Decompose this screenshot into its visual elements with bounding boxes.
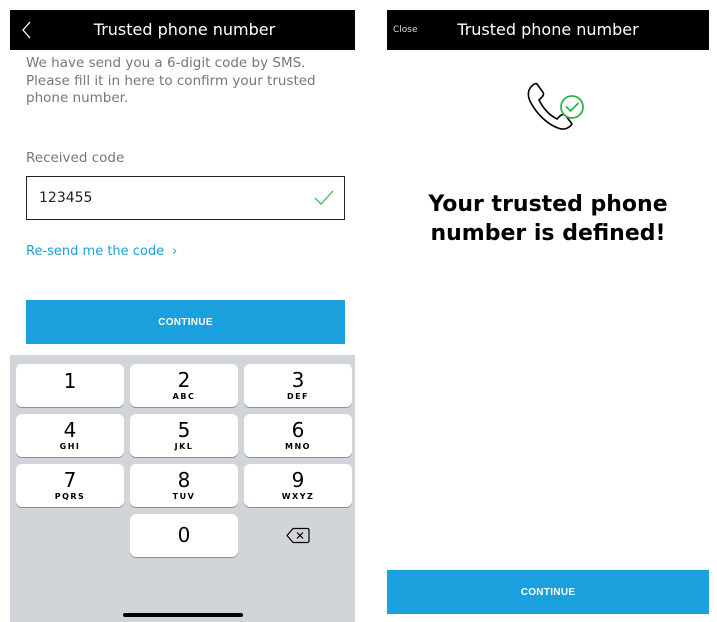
resend-code-link[interactable]: Re-send me the code › — [26, 244, 177, 259]
key-5[interactable]: 5 JKL — [130, 414, 238, 457]
key-9[interactable]: 9 WXYZ — [244, 464, 352, 507]
continue-button[interactable]: CONTINUE — [387, 570, 709, 614]
code-input[interactable] — [39, 177, 299, 219]
instruction-text: We have send you a 6-digit code by SMS. … — [26, 55, 316, 106]
key-letters: JKL — [174, 442, 194, 451]
key-digit: 7 — [63, 468, 77, 492]
navbar: Close Trusted phone number — [387, 10, 709, 50]
key-4[interactable]: 4 GHI — [16, 414, 124, 457]
key-letters: PQRS — [54, 492, 86, 501]
key-digit: 0 — [177, 523, 191, 547]
key-letters: MNO — [285, 442, 311, 451]
key-digit: 9 — [291, 468, 305, 492]
key-digit: 4 — [63, 418, 77, 442]
key-3[interactable]: 3 DEF — [244, 364, 352, 407]
page-title: Trusted phone number — [93, 20, 276, 39]
key-1[interactable]: 1 — [16, 364, 124, 407]
key-digit: 6 — [291, 418, 305, 442]
delete-key[interactable] — [244, 514, 352, 557]
key-8[interactable]: 8 TUV — [130, 464, 238, 507]
key-digit: 1 — [63, 369, 77, 393]
continue-button[interactable]: CONTINUE — [26, 300, 345, 344]
key-letters: GHI — [59, 442, 81, 451]
chevron-right-icon: › — [172, 244, 178, 259]
key-2[interactable]: 2 ABC — [130, 364, 238, 407]
key-7[interactable]: 7 PQRS — [16, 464, 124, 507]
key-digit: 5 — [177, 418, 191, 442]
key-digit: 2 — [177, 368, 191, 392]
key-letters: WXYZ — [281, 492, 315, 501]
key-digit: 3 — [291, 368, 305, 392]
key-letters: TUV — [172, 492, 196, 501]
phone-check-icon — [527, 82, 584, 130]
key-0[interactable]: 0 — [130, 514, 238, 557]
backspace-icon — [286, 527, 310, 544]
code-entry-screen: Trusted phone number We have send you a … — [10, 10, 355, 622]
home-indicator — [123, 613, 243, 617]
numeric-keypad: 1 2 ABC 3 DEF 4 GHI 5 JKL 6 MNO 7 PQRS 8… — [10, 355, 355, 622]
resend-link-label: Re-send me the code — [26, 244, 165, 259]
key-digit: 8 — [177, 468, 191, 492]
code-field-label: Received code — [26, 150, 125, 166]
navbar: Trusted phone number — [10, 10, 355, 50]
code-field[interactable] — [26, 176, 345, 220]
key-letters: ABC — [172, 392, 196, 401]
key-letters: DEF — [286, 392, 310, 401]
success-message: Your trusted phone number is defined! — [428, 192, 668, 246]
key-6[interactable]: 6 MNO — [244, 414, 352, 457]
success-screen: Close Trusted phone number Your trusted … — [387, 10, 709, 622]
check-icon — [314, 190, 334, 205]
page-title: Trusted phone number — [457, 20, 639, 39]
